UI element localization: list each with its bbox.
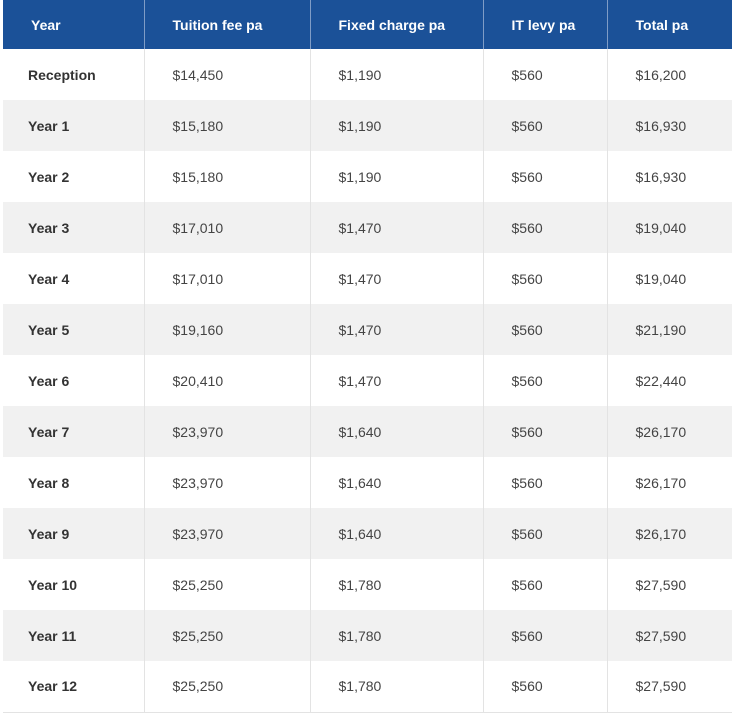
table-row: Year 9 $23,970 $1,640 $560 $26,170 [3,508,732,559]
cell-it-levy: $560 [483,508,608,559]
cell-year: Year 7 [3,406,145,457]
cell-total: $21,190 [635,321,687,338]
table-row: Year 7 $23,970 $1,640 $560 $26,170 [3,406,732,457]
cell-it-levy: $560 [483,406,608,457]
cell-fixed-charge: $1,640 [310,508,484,559]
cell-fixed-charge: $1,470 [310,304,484,355]
cell-fixed-charge: $1,190 [310,49,484,100]
cell-total: $27,590 [635,576,687,593]
cell-year: Year 4 [3,253,145,304]
cell-year: Year 2 [3,151,145,202]
cell-fixed-charge: $1,780 [310,661,484,712]
cell-it-levy: $560 [483,253,608,304]
cell-tuition-fee: $17,010 [144,202,311,253]
cell-tuition-fee: $25,250 [144,610,311,661]
cell-tuition-fee: $23,970 [144,508,311,559]
cell-it-levy: $560 [483,151,608,202]
cell-year: Year 9 [3,508,145,559]
cell-fixed-charge: $1,190 [310,100,484,151]
table-header-row: Year Tuition fee pa Fixed charge pa IT l… [3,0,732,49]
table-row: Year 4 $17,010 $1,470 $560 $19,040 [3,253,732,304]
table-body: Reception $14,450 $1,190 $560 $16,200 Year 1 $… [3,49,732,712]
cell-tuition-fee: $25,250 [144,661,311,712]
header-year: Year [3,0,145,49]
header-it-levy: IT levy pa [483,0,608,49]
cell-tuition-fee: $17,010 [144,253,311,304]
cell-fixed-charge: $1,780 [310,610,484,661]
cell-year: Year 3 [3,202,145,253]
header-total: Total pa [635,16,689,33]
cell-fixed-charge: $1,470 [310,355,484,406]
table-row: Year 10 $25,250 $1,780 $560 $27,590 [3,559,732,610]
cell-it-levy: $560 [483,457,608,508]
table-row: Year 12 $25,250 $1,780 $560 $27,590 [3,661,732,712]
cell-year: Year 12 [3,661,145,712]
cell-fixed-charge: $1,470 [310,253,484,304]
cell-tuition-fee: $20,410 [144,355,311,406]
table-row: Reception $14,450 $1,190 $560 $16,200 [3,49,732,100]
cell-total: $16,930 [635,168,687,185]
cell-it-levy: $560 [483,304,608,355]
cell-total: $27,590 [635,627,687,644]
cell-year: Year 6 [3,355,145,406]
cell-total: $27,590 [635,678,687,695]
table-row: Year 2 $15,180 $1,190 $560 $16,930 [3,151,732,202]
table-row: Year 11 $25,250 $1,780 $560 $27,590 [3,610,732,661]
cell-total: $19,040 [635,219,687,236]
cell-total: $16,930 [635,117,687,134]
cell-tuition-fee: $19,160 [144,304,311,355]
table-row: Year 8 $23,970 $1,640 $560 $26,170 [3,457,732,508]
cell-total: $19,040 [635,270,687,287]
fees-table-container: Year Tuition fee pa Fixed charge pa IT l… [0,0,733,714]
cell-it-levy: $560 [483,559,608,610]
cell-year: Year 11 [3,610,145,661]
cell-year: Reception [3,49,145,100]
header-fixed-charge: Fixed charge pa [310,0,484,49]
cell-year: Year 5 [3,304,145,355]
cell-it-levy: $560 [483,49,608,100]
cell-it-levy: $560 [483,661,608,712]
header-tuition-fee: Tuition fee pa [144,0,311,49]
cell-total: $22,440 [635,372,687,389]
table-row: Year 5 $19,160 $1,470 $560 $21,190 [3,304,732,355]
cell-it-levy: $560 [483,100,608,151]
cell-total: $26,170 [635,474,687,491]
cell-it-levy: $560 [483,355,608,406]
cell-year: Year 1 [3,100,145,151]
cell-tuition-fee: $23,970 [144,406,311,457]
cell-total: $16,200 [635,66,687,83]
cell-year: Year 8 [3,457,145,508]
table-row: Year 3 $17,010 $1,470 $560 $19,040 [3,202,732,253]
table-row: Year 1 $15,180 $1,190 $560 $16,930 [3,100,732,151]
cell-it-levy: $560 [483,202,608,253]
cell-fixed-charge: $1,190 [310,151,484,202]
fees-table: Year Tuition fee pa Fixed charge pa IT l… [3,0,732,713]
table-row: Year 6 $20,410 $1,470 $560 $22,440 [3,355,732,406]
cell-fixed-charge: $1,640 [310,406,484,457]
cell-tuition-fee: $15,180 [144,151,311,202]
cell-tuition-fee: $25,250 [144,559,311,610]
cell-total: $26,170 [635,423,687,440]
cell-tuition-fee: $15,180 [144,100,311,151]
cell-fixed-charge: $1,780 [310,559,484,610]
cell-year: Year 10 [3,559,145,610]
cell-tuition-fee: $23,970 [144,457,311,508]
cell-it-levy: $560 [483,610,608,661]
cell-fixed-charge: $1,470 [310,202,484,253]
cell-fixed-charge: $1,640 [310,457,484,508]
cell-tuition-fee: $14,450 [144,49,311,100]
cell-total: $26,170 [635,525,687,542]
